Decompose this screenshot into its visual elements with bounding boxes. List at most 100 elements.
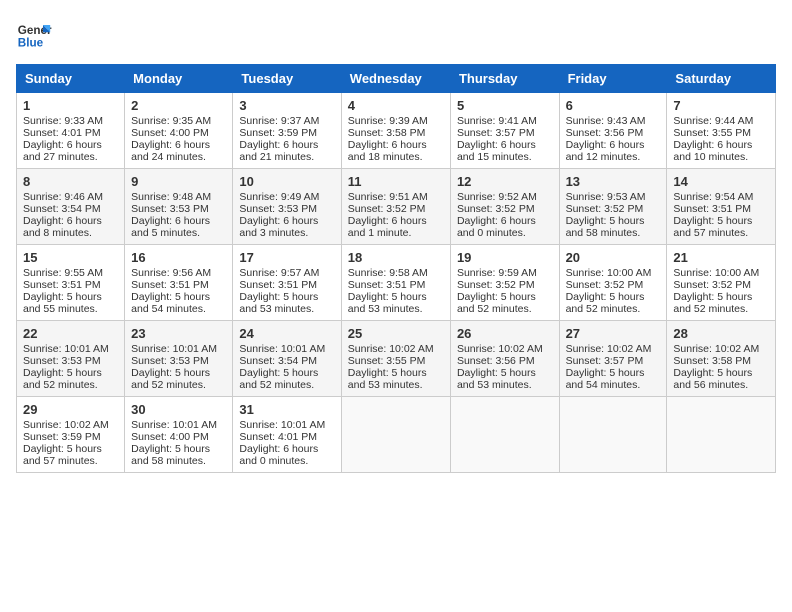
sunrise-text: Sunrise: 10:02 AM	[457, 343, 543, 355]
day-number: 2	[131, 98, 226, 113]
sunset-text: Sunset: 3:51 PM	[239, 279, 317, 291]
calendar-cell: 29Sunrise: 10:02 AMSunset: 3:59 PMDaylig…	[17, 397, 125, 473]
calendar-header-row: SundayMondayTuesdayWednesdayThursdayFrid…	[17, 65, 776, 93]
calendar-cell: 11Sunrise: 9:51 AMSunset: 3:52 PMDayligh…	[341, 169, 450, 245]
day-number: 22	[23, 326, 118, 341]
calendar-cell: 1Sunrise: 9:33 AMSunset: 4:01 PMDaylight…	[17, 93, 125, 169]
sunrise-text: Sunrise: 9:44 AM	[673, 115, 753, 127]
calendar-cell: 26Sunrise: 10:02 AMSunset: 3:56 PMDaylig…	[450, 321, 559, 397]
calendar-header-saturday: Saturday	[667, 65, 776, 93]
sunrise-text: Sunrise: 10:00 AM	[673, 267, 759, 279]
calendar-cell: 22 Sunrise: 10:01 AMSunset: 3:53 PMDaylig…	[17, 321, 125, 397]
day-number: 19	[457, 250, 553, 265]
day-number: 1	[23, 98, 118, 113]
calendar-header-monday: Monday	[125, 65, 233, 93]
sunset-text: Sunset: 3:52 PM	[566, 279, 644, 291]
sunset-text: Sunset: 3:59 PM	[23, 431, 101, 443]
calendar-cell: 14Sunrise: 9:54 AMSunset: 3:51 PMDayligh…	[667, 169, 776, 245]
sunset-text: Sunset: 3:52 PM	[457, 279, 535, 291]
sunrise-text: Sunrise: 10:01 AM	[131, 343, 217, 355]
calendar-cell: 16Sunrise: 9:56 AMSunset: 3:51 PMDayligh…	[125, 245, 233, 321]
day-number: 29	[23, 402, 118, 417]
calendar-cell: 28Sunrise: 10:02 AMSunset: 3:58 PMDaylig…	[667, 321, 776, 397]
day-number: 6	[566, 98, 661, 113]
daylight-text: Daylight: 6 hours and 24 minutes.	[131, 139, 210, 163]
calendar-cell: 6Sunrise: 9:43 AMSunset: 3:56 PMDaylight…	[559, 93, 667, 169]
calendar-cell: 15Sunrise: 9:55 AMSunset: 3:51 PMDayligh…	[17, 245, 125, 321]
sunrise-text: Sunrise: 10:01 AM	[131, 419, 217, 431]
daylight-text: Daylight: 5 hours and 53 minutes.	[348, 367, 427, 391]
calendar-header-wednesday: Wednesday	[341, 65, 450, 93]
sunrise-text: Sunrise: 9:48 AM	[131, 191, 211, 203]
calendar-cell: 8Sunrise: 9:46 AMSunset: 3:54 PMDaylight…	[17, 169, 125, 245]
calendar-cell: 19Sunrise: 9:59 AMSunset: 3:52 PMDayligh…	[450, 245, 559, 321]
day-number: 23	[131, 326, 226, 341]
sunrise-text: Sunrise: 9:57 AM	[239, 267, 319, 279]
day-number: 28	[673, 326, 769, 341]
calendar-week-row-1: 8Sunrise: 9:46 AMSunset: 3:54 PMDaylight…	[17, 169, 776, 245]
daylight-text: Daylight: 5 hours and 52 minutes.	[457, 291, 536, 315]
sunrise-text: Sunrise: 10:01 AM	[23, 343, 109, 355]
sunrise-text: Sunrise: 9:56 AM	[131, 267, 211, 279]
calendar-cell	[450, 397, 559, 473]
calendar-cell: 3Sunrise: 9:37 AMSunset: 3:59 PMDaylight…	[233, 93, 341, 169]
daylight-text: Daylight: 5 hours and 52 minutes.	[23, 367, 102, 391]
daylight-text: Daylight: 6 hours and 0 minutes.	[457, 215, 536, 239]
day-number: 31	[239, 402, 334, 417]
sunrise-text: Sunrise: 10:02 AM	[566, 343, 652, 355]
calendar-header-friday: Friday	[559, 65, 667, 93]
daylight-text: Daylight: 5 hours and 54 minutes.	[131, 291, 210, 315]
sunset-text: Sunset: 3:57 PM	[457, 127, 535, 139]
sunset-text: Sunset: 3:51 PM	[673, 203, 751, 215]
sunrise-text: Sunrise: 10:02 AM	[673, 343, 759, 355]
daylight-text: Daylight: 6 hours and 21 minutes.	[239, 139, 318, 163]
day-number: 27	[566, 326, 661, 341]
day-number: 20	[566, 250, 661, 265]
calendar-cell: 5 Sunrise: 9:41 AMSunset: 3:57 PMDaylight…	[450, 93, 559, 169]
daylight-text: Daylight: 5 hours and 53 minutes.	[348, 291, 427, 315]
calendar-week-row-0: 1 Sunrise: 9:33 AMSunset: 4:01 PM Daylight…	[17, 93, 776, 169]
calendar-week-row-4: 29Sunrise: 10:02 AMSunset: 3:59 PMDaylig…	[17, 397, 776, 473]
daylight-text: Daylight: 6 hours and 10 minutes.	[673, 139, 752, 163]
sunrise-text: Sunrise: 10:00 AM	[566, 267, 652, 279]
daylight-text: Daylight: 5 hours and 53 minutes.	[457, 367, 536, 391]
sunset-text: Sunset: 4:00 PM	[131, 431, 209, 443]
sunset-text: Sunset: 3:51 PM	[23, 279, 101, 291]
sunrise-text: Sunrise: 9:52 AM	[457, 191, 537, 203]
sunrise-text: Sunrise: 10:01 AM	[239, 343, 325, 355]
sunrise-text: Sunrise: 10:02 AM	[23, 419, 109, 431]
sunset-text: Sunset: 3:56 PM	[566, 127, 644, 139]
daylight-text: Daylight: 6 hours and 15 minutes.	[457, 139, 536, 163]
day-number: 5	[457, 98, 553, 113]
sunrise-text: Sunrise: 9:37 AM	[239, 115, 319, 127]
sunset-text: Sunset: 3:56 PM	[457, 355, 535, 367]
calendar-cell: 7Sunrise: 9:44 AMSunset: 3:55 PMDaylight…	[667, 93, 776, 169]
sunset-text: Sunset: 4:01 PM	[23, 127, 101, 139]
calendar-cell: 27 Sunrise: 10:02 AMSunset: 3:57 PMDaylig…	[559, 321, 667, 397]
calendar-cell	[667, 397, 776, 473]
sunset-text: Sunset: 3:54 PM	[23, 203, 101, 215]
day-number: 13	[566, 174, 661, 189]
daylight-text: Daylight: 6 hours and 8 minutes.	[23, 215, 102, 239]
day-number: 12	[457, 174, 553, 189]
daylight-text: Daylight: 6 hours and 5 minutes.	[131, 215, 210, 239]
sunset-text: Sunset: 3:53 PM	[23, 355, 101, 367]
day-number: 16	[131, 250, 226, 265]
sunrise-text: Sunrise: 9:41 AM	[457, 115, 537, 127]
day-number: 10	[239, 174, 334, 189]
sunrise-text: Sunrise: 9:54 AM	[673, 191, 753, 203]
sunset-text: Sunset: 3:53 PM	[131, 203, 209, 215]
daylight-text: Daylight: 5 hours and 58 minutes.	[566, 215, 645, 239]
sunrise-text: Sunrise: 9:33 AM	[23, 115, 103, 127]
daylight-text: Daylight: 5 hours and 52 minutes.	[131, 367, 210, 391]
day-number: 7	[673, 98, 769, 113]
calendar-cell	[341, 397, 450, 473]
sunset-text: Sunset: 3:52 PM	[566, 203, 644, 215]
sunset-text: Sunset: 3:57 PM	[566, 355, 644, 367]
sunset-text: Sunset: 3:59 PM	[239, 127, 317, 139]
sunset-text: Sunset: 4:01 PM	[239, 431, 317, 443]
daylight-text: Daylight: 5 hours and 54 minutes.	[566, 367, 645, 391]
sunrise-text: Sunrise: 9:46 AM	[23, 191, 103, 203]
sunrise-text: Sunrise: 9:39 AM	[348, 115, 428, 127]
calendar-header-thursday: Thursday	[450, 65, 559, 93]
